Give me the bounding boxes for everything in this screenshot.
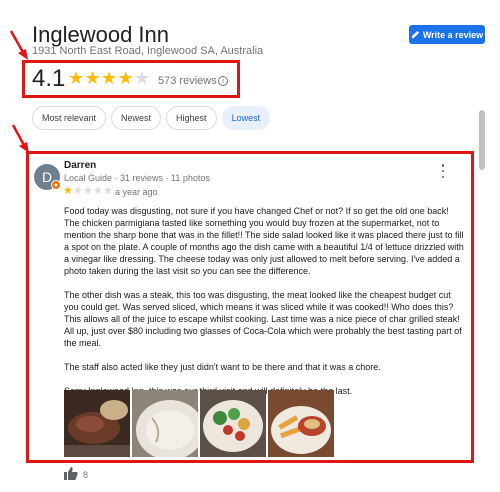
- star-empty-icon: ★: [134, 68, 151, 88]
- write-review-label: Write a review: [422, 29, 484, 40]
- star-filled-icon: ★: [68, 68, 85, 88]
- review-count[interactable]: 573 reviews: [158, 75, 217, 87]
- filter-highest[interactable]: Highest: [166, 106, 217, 130]
- reviewer-meta: Local Guide · 31 reviews · 11 photos: [64, 173, 210, 183]
- review-text: Food today was disgusting, not sure if y…: [64, 205, 464, 409]
- star-empty-icon: ★: [93, 185, 103, 197]
- filter-newest[interactable]: Newest: [111, 106, 162, 130]
- review-paragraph: Food today was disgusting, not sure if y…: [64, 206, 464, 276]
- review-paragraph: The staff also acted like they just didn…: [64, 362, 381, 372]
- write-review-button[interactable]: Write a review: [409, 25, 485, 44]
- scrollbar[interactable]: [479, 110, 485, 170]
- star-empty-icon: ★: [103, 185, 113, 197]
- local-guide-badge-icon: ★: [51, 180, 61, 190]
- star-filled-icon: ★: [101, 68, 118, 88]
- review-photo-steak[interactable]: [64, 390, 130, 457]
- star-filled-icon: ★: [84, 68, 101, 88]
- review-date: a year ago: [115, 187, 158, 197]
- star-filled-icon: ★: [117, 68, 134, 88]
- more-options-icon[interactable]: [440, 164, 446, 178]
- review-photo-salad[interactable]: [200, 390, 266, 457]
- filter-lowest[interactable]: Lowest: [221, 106, 271, 130]
- pencil-icon: [411, 30, 419, 39]
- rating-stars: ★ ★ ★ ★ ★: [68, 68, 151, 88]
- star-empty-icon: ★: [83, 185, 93, 197]
- place-address: 1931 North East Road, Inglewood SA, Aust…: [32, 45, 264, 57]
- review-paragraph: The other dish was a steak, this too was…: [64, 290, 462, 348]
- star-filled-icon: ★: [63, 185, 73, 197]
- filter-most-relevant[interactable]: Most relevant: [32, 106, 107, 130]
- star-empty-icon: ★: [73, 185, 83, 197]
- rating-value: 4.1: [32, 65, 66, 92]
- review-photo-parmigiana[interactable]: [268, 390, 334, 457]
- review-stars: ★ ★ ★ ★ ★: [63, 185, 113, 197]
- review-photo-plate[interactable]: [132, 390, 198, 457]
- annotation-arrow-rating: [9, 30, 28, 60]
- review-photos: [64, 390, 334, 457]
- thumbs-up-icon[interactable]: [64, 466, 78, 480]
- reviewer-name[interactable]: Darren: [64, 160, 96, 171]
- info-icon[interactable]: i: [218, 76, 228, 86]
- sort-filters: Most relevant Newest Highest Lowest: [32, 106, 271, 130]
- like-count: 8: [83, 470, 89, 480]
